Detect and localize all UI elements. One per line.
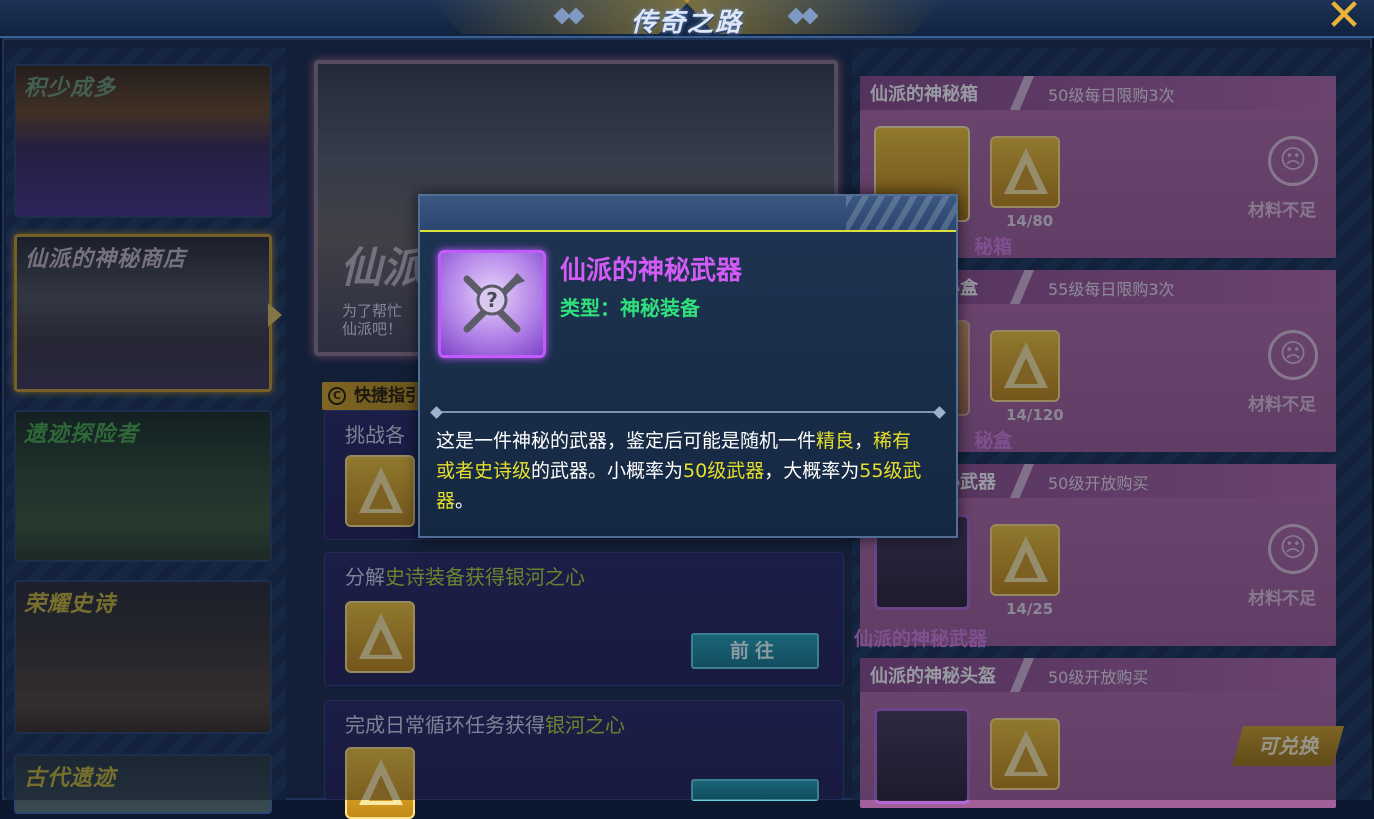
svg-text:?: ? <box>486 288 498 312</box>
close-icon[interactable]: ✕ <box>1318 0 1370 38</box>
tooltip-header <box>420 196 956 232</box>
page-title: 传奇之路 <box>630 8 743 38</box>
title-bar: 传奇之路 ✕ <box>0 0 1374 38</box>
tooltip-item-type: 类型：神秘装备 <box>560 296 700 320</box>
mystery-weapon-icon: ? <box>438 250 546 358</box>
tooltip-divider <box>430 406 946 419</box>
item-tooltip: ? 仙派的神秘武器 类型：神秘装备 这是一件神秘的武器，鉴定后可能是随机一件精良… <box>418 194 958 538</box>
tooltip-item-name: 仙派的神秘武器 <box>560 256 743 286</box>
tooltip-description: 这是一件神秘的武器，鉴定后可能是随机一件精良，稀有或者史诗级的武器。小概率为50… <box>436 430 922 512</box>
header-stripes-deco <box>846 196 956 230</box>
